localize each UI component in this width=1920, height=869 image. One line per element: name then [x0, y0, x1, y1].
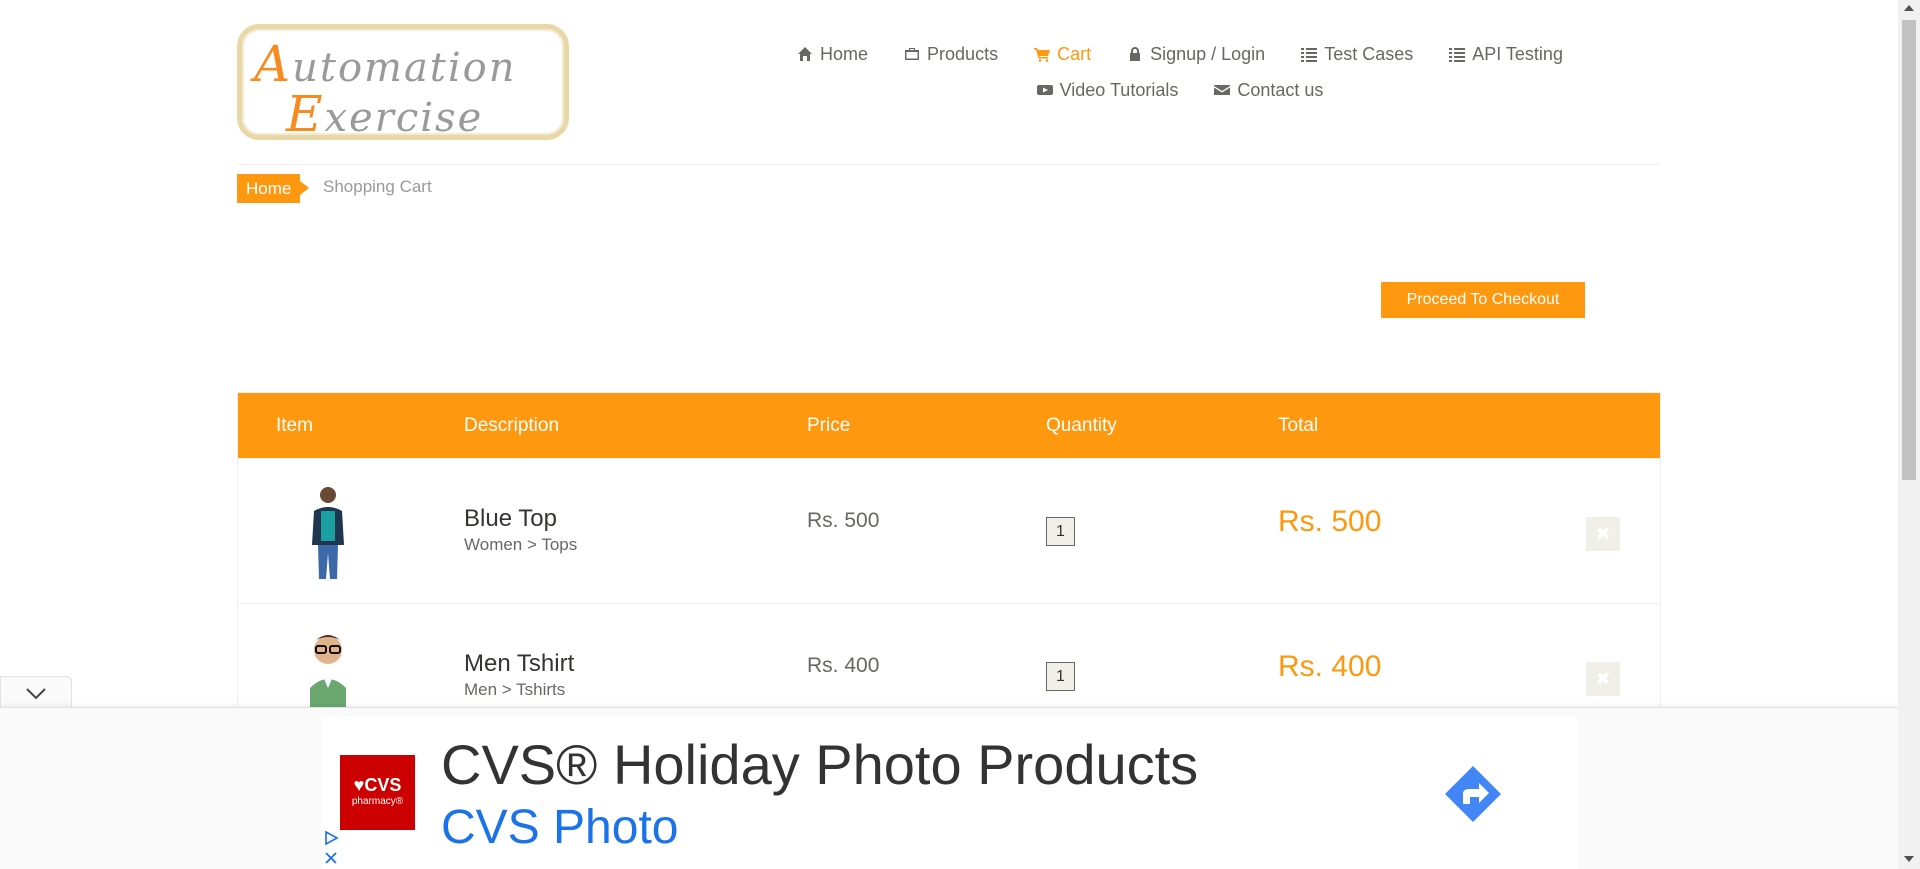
table-row: Blue Top Women > Tops Rs. 500 1 Rs. 500 … [238, 458, 1660, 603]
header-description: Description [464, 415, 560, 436]
nav-label: API Testing [1472, 43, 1563, 64]
ad-content[interactable]: ♥CVS pharmacy® CVS® Holiday Photo Produc… [321, 716, 1577, 869]
page: Automation Exercise Home Products Cart S… [0, 0, 1920, 869]
chevron-down-icon [26, 688, 46, 700]
nav-item-signup-login[interactable]: Signup / Login [1127, 44, 1265, 65]
cvs-logo-text: ♥CVS [353, 775, 402, 795]
nav-item-contact-us[interactable]: Contact us [1214, 80, 1323, 101]
list-icon [1301, 48, 1318, 62]
youtube-icon [1036, 85, 1053, 95]
scroll-down-icon[interactable] [1904, 856, 1914, 862]
delete-item-button[interactable]: ✖ [1586, 517, 1620, 551]
nav-item-cart[interactable]: Cart [1034, 44, 1091, 65]
site-logo[interactable]: Automation Exercise [237, 24, 569, 143]
nav-label: Test Cases [1324, 43, 1414, 64]
ad-close-icon[interactable] [323, 850, 339, 866]
product-price: Rs. 500 [807, 509, 880, 532]
nav-label: Contact us [1237, 79, 1324, 100]
header-divider [237, 164, 1661, 165]
scroll-up-icon[interactable] [1904, 5, 1914, 11]
nav-label: Products [927, 43, 999, 64]
product-category: Men > Tshirts [464, 680, 566, 699]
table-header: Item Description Price Quantity Total [238, 393, 1660, 458]
nav-item-test-cases[interactable]: Test Cases [1301, 44, 1413, 65]
products-icon [905, 48, 920, 60]
quantity-field: 1 [1046, 662, 1075, 691]
list-icon [1449, 48, 1466, 62]
product-name[interactable]: Blue Top [464, 505, 557, 533]
cvs-logo[interactable]: ♥CVS pharmacy® [340, 755, 415, 830]
nav-label: Signup / Login [1150, 43, 1266, 64]
product-category: Women > Tops [464, 535, 578, 554]
page-scrollbar[interactable] [1898, 0, 1920, 869]
nav-row-2: Video Tutorials Contact us [720, 72, 1640, 108]
nav-label: Home [820, 43, 869, 64]
header-quantity: Quantity [1046, 415, 1117, 436]
nav-label: Cart [1057, 43, 1092, 64]
nav-item-products[interactable]: Products [904, 44, 998, 65]
breadcrumb-current: Shopping Cart [323, 177, 432, 196]
product-price: Rs. 400 [807, 654, 880, 677]
delete-item-button[interactable]: ✖ [1586, 662, 1620, 696]
nav-item-video-tutorials[interactable]: Video Tutorials [1036, 79, 1179, 101]
quantity-field: 1 [1046, 517, 1075, 546]
ad-collapse-toggle[interactable] [0, 676, 72, 708]
header-price: Price [807, 415, 851, 436]
product-total: Rs. 400 [1278, 650, 1382, 683]
cart-table: Item Description Price Quantity Total Bl… [237, 392, 1661, 749]
ad-subtitle[interactable]: CVS Photo [441, 800, 678, 855]
product-image[interactable] [304, 483, 352, 583]
lock-icon [1130, 47, 1141, 61]
scrollbar-thumb[interactable] [1902, 20, 1916, 480]
nav-item-api-testing[interactable]: API Testing [1449, 44, 1563, 65]
ad-title[interactable]: CVS® Holiday Photo Products [441, 732, 1198, 797]
nav-row-1: Home Products Cart Signup / Login Test C… [720, 36, 1640, 72]
proceed-to-checkout-button[interactable]: Proceed To Checkout [1381, 282, 1585, 318]
envelope-icon [1214, 85, 1231, 95]
home-icon [798, 47, 813, 61]
adchoices-icon[interactable] [323, 830, 339, 846]
nav-item-home[interactable]: Home [797, 44, 868, 65]
ad-arrow-icon[interactable] [1443, 764, 1503, 824]
cvs-logo-subtext: pharmacy® [351, 796, 404, 807]
header-item: Item [276, 415, 313, 436]
main-nav: Home Products Cart Signup / Login Test C… [720, 36, 1640, 108]
breadcrumb-home[interactable]: Home [237, 174, 310, 203]
cart-icon [1034, 48, 1051, 62]
logo-line-2: Exercise [286, 85, 484, 143]
header-total: Total [1278, 415, 1319, 436]
nav-label: Video Tutorials [1059, 79, 1179, 100]
product-name[interactable]: Men Tshirt [464, 650, 574, 678]
product-total: Rs. 500 [1278, 505, 1382, 538]
